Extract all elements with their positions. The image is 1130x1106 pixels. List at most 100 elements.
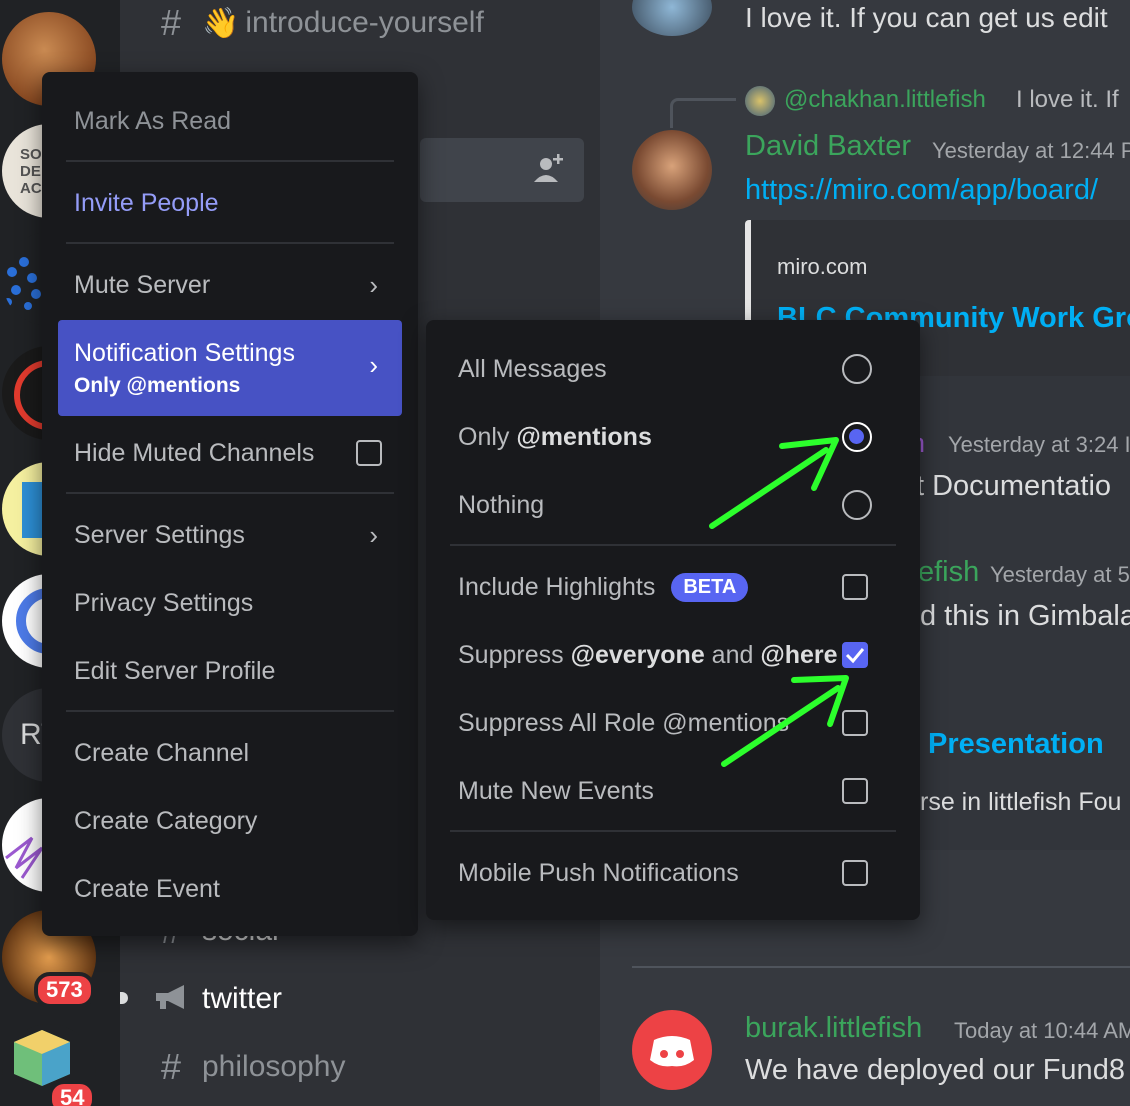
menu-divider [450,830,896,832]
chevron-right-icon: › [369,519,378,550]
message-text: rse in littlefish Fou [920,788,1122,816]
menu-item-create-event[interactable]: Create Event [58,856,402,922]
message-author[interactable]: David Baxter [745,130,911,163]
option-mute-new-events[interactable]: Mute New Events [442,760,904,822]
message-timestamp: Yesterday at 3:24 I [948,432,1130,457]
avatar[interactable] [632,1010,712,1090]
menu-sublabel: Only @mentions [74,373,241,397]
server-context-menu: Mark As Read Invite People Mute Server ›… [42,72,418,936]
embed-title[interactable]: Presentation [928,728,1104,761]
menu-divider [66,160,394,162]
message-text: We have deployed our Fund8 [745,1054,1125,1086]
menu-item-hide-muted-channels[interactable]: Hide Muted Channels [58,420,402,486]
checkmark-icon [845,648,865,664]
discord-logo-icon [650,1036,694,1067]
message-timestamp: Yesterday at 5 [990,562,1130,587]
channel-emoji: 👋 [202,6,240,40]
checkbox[interactable] [842,778,868,804]
menu-item-notification-settings[interactable]: Notification Settings Only @mentions › [58,320,402,416]
divider [632,966,1130,968]
option-label: Mute New Events [458,776,654,805]
menu-label: Notification Settings [74,338,295,367]
embed-site: miro.com [777,254,868,279]
option-label-part: @mentions [516,422,652,451]
radio-button[interactable] [842,354,872,384]
menu-label: Privacy Settings [74,588,254,617]
avatar[interactable] [632,0,712,36]
message-author[interactable]: burak.littlefish [745,1012,922,1045]
checkbox[interactable] [842,860,868,886]
checkbox[interactable] [842,574,868,600]
mention-badge: 54 [48,1080,97,1106]
option-label-part: Only [458,422,517,451]
channel-name: twitter [202,982,283,1015]
option-label: Suppress All Role @mentions [458,708,790,737]
menu-item-mute-server[interactable]: Mute Server › [58,252,402,318]
option-nothing[interactable]: Nothing [442,474,904,536]
option-only-mentions[interactable]: Only @mentions [442,406,904,468]
chevron-right-icon: › [369,350,378,380]
announcement-icon [154,978,188,1020]
hashtag-icon: # [160,2,182,43]
menu-item-create-channel[interactable]: Create Channel [58,720,402,786]
channel-name: philosophy [202,1050,346,1083]
checkbox[interactable] [356,440,382,466]
option-label: Nothing [458,490,545,519]
channel-introduce-yourself[interactable]: # 👋 introduce-yourself [154,2,484,44]
menu-item-server-settings[interactable]: Server Settings › [58,502,402,568]
option-mobile-push[interactable]: Mobile Push Notifications [442,842,904,904]
option-label: Suppress @everyone and @here [458,641,838,670]
menu-item-create-category[interactable]: Create Category [58,788,402,854]
reply-avatar [745,86,775,116]
menu-divider [66,710,394,712]
unread-indicator [120,992,128,1004]
message-link[interactable]: https://miro.com/app/board/ [745,174,1098,207]
option-suppress-everyone[interactable]: Suppress @everyone and @here [442,624,904,686]
message-text: t Documentatio [916,470,1112,502]
option-label: All Messages [458,354,607,383]
reply-text: I love it. If [1016,86,1119,113]
radio-button-selected[interactable] [842,422,872,452]
option-label-part: @here [760,640,838,669]
checkbox[interactable] [842,710,868,736]
menu-label: Mute Server [74,270,211,299]
menu-label: Server Settings [74,520,245,549]
channel-twitter[interactable]: twitter [154,978,282,1020]
menu-label: Invite People [74,188,219,217]
message-text: I love it. If you can get us edit [745,2,1108,33]
chevron-right-icon: › [369,269,378,300]
menu-divider [66,242,394,244]
message-author-partial[interactable]: efish [918,556,979,589]
menu-item-invite-people[interactable]: Invite People [58,170,402,236]
menu-item-edit-server-profile[interactable]: Edit Server Profile [58,638,402,704]
notification-settings-submenu: All Messages Only @mentions Nothing Incl… [426,320,920,920]
channel-philosophy[interactable]: # philosophy [154,1046,345,1088]
option-label: Include Highlights [458,572,656,601]
mention-badge: 573 [34,972,95,1008]
invite-box[interactable] [420,138,584,202]
message-text: d this in Gimbala [920,600,1130,632]
option-label: Only @mentions [458,423,652,452]
option-label: Mobile Push Notifications [458,858,739,887]
checkbox-checked[interactable] [842,642,868,668]
option-all-messages[interactable]: All Messages [442,338,904,400]
message-timestamp: Yesterday at 12:44 P [932,138,1130,163]
reply-connector [670,98,736,128]
menu-label: Create Category [74,806,258,835]
channel-name: introduce-yourself [245,6,484,39]
avatar[interactable] [632,130,712,210]
reply-username[interactable]: @chakhan.littlefish [784,86,986,114]
option-label-part: @everyone [570,640,705,669]
menu-label: Mark As Read [74,106,232,135]
menu-label: Create Channel [74,738,250,767]
add-member-icon[interactable] [532,152,566,186]
menu-item-mark-as-read[interactable]: Mark As Read [58,88,402,154]
option-include-highlights[interactable]: Include Highlights BETA [442,556,904,618]
option-suppress-role-mentions[interactable]: Suppress All Role @mentions [442,692,904,754]
menu-divider [66,492,394,494]
menu-label: Hide Muted Channels [74,438,315,467]
menu-label: Create Event [74,874,220,903]
radio-button[interactable] [842,490,872,520]
menu-item-privacy-settings[interactable]: Privacy Settings [58,570,402,636]
beta-badge: BETA [671,572,749,602]
